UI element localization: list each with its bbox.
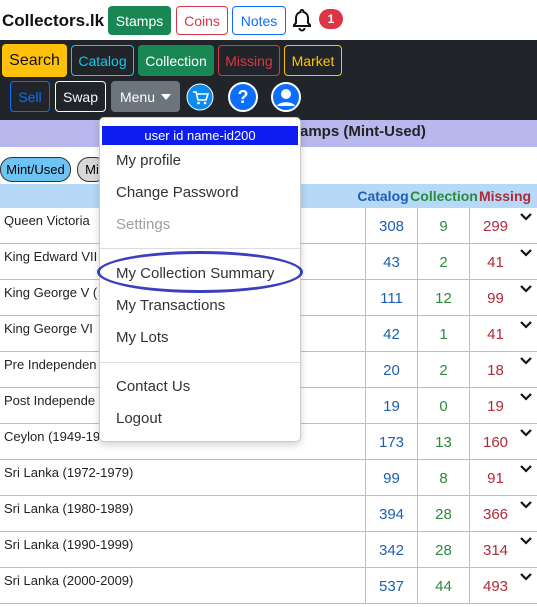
header-catalog[interactable]: Catalog: [356, 184, 410, 208]
tab-notes[interactable]: Notes: [232, 6, 286, 35]
chevron-down-icon[interactable]: [519, 464, 533, 474]
row-collection-count[interactable]: 2: [417, 244, 469, 280]
menu-divider: [100, 362, 300, 363]
search-button[interactable]: Search: [2, 44, 67, 77]
sell-button[interactable]: Sell: [10, 81, 50, 112]
row-collection-count[interactable]: 28: [417, 496, 469, 532]
row-catalog-count[interactable]: 43: [365, 244, 417, 280]
menu-button[interactable]: Menu: [111, 81, 180, 112]
row-name: Sri Lanka (1972-1979): [4, 465, 134, 480]
row-name: Queen Victoria: [4, 213, 90, 228]
chevron-down-icon[interactable]: [519, 500, 533, 510]
row-missing-count[interactable]: 99: [469, 280, 521, 316]
filter-mint-used[interactable]: Mint/Used: [0, 157, 71, 182]
row-name: King George V (: [4, 285, 98, 300]
notification-badge: 1: [319, 9, 343, 29]
row-collection-count[interactable]: 44: [417, 568, 469, 604]
row-catalog-count[interactable]: 99: [365, 460, 417, 496]
row-catalog-count[interactable]: 394: [365, 496, 417, 532]
page-title: amps (Mint-Used): [300, 123, 426, 140]
row-missing-count[interactable]: 493: [469, 568, 521, 604]
header-collection[interactable]: Collection: [409, 184, 479, 208]
row-collection-count[interactable]: 0: [417, 388, 469, 424]
highlight-ellipse: [97, 251, 303, 293]
missing-button[interactable]: Missing: [218, 45, 280, 76]
row-missing-count[interactable]: 91: [469, 460, 521, 496]
menu-label: Menu: [119, 88, 156, 105]
chevron-down-icon[interactable]: [519, 284, 533, 294]
row-name: Post Independe: [4, 393, 96, 408]
chevron-down-icon[interactable]: [519, 392, 533, 402]
row-collection-count[interactable]: 8: [417, 460, 469, 496]
chevron-down-icon[interactable]: [519, 428, 533, 438]
menu-item-logout[interactable]: Logout: [116, 410, 162, 427]
row-name: King Edward VII: [4, 249, 98, 264]
main-nav: Search Catalog Collection Missing Market…: [0, 40, 537, 120]
row-missing-count[interactable]: 160: [469, 424, 521, 460]
menu-item-transactions[interactable]: My Transactions: [116, 297, 225, 314]
row-catalog-count[interactable]: 173: [365, 424, 417, 460]
menu-item-contact[interactable]: Contact Us: [116, 378, 190, 395]
row-name: Sri Lanka (2000-2009): [4, 573, 134, 588]
row-missing-count[interactable]: 19: [469, 388, 521, 424]
row-missing-count[interactable]: 299: [469, 208, 521, 244]
row-collection-count[interactable]: 2: [417, 352, 469, 388]
dropdown-user-label: user id name-id200: [102, 126, 298, 145]
table-row[interactable]: Sri Lanka (2000-2009) 537 44 493: [0, 568, 537, 604]
top-bar: Collectors.lk Stamps Coins Notes 1: [0, 0, 537, 40]
cart-icon[interactable]: [186, 83, 214, 111]
row-catalog-count[interactable]: 111: [365, 280, 417, 316]
chevron-down-icon[interactable]: [519, 356, 533, 366]
table-row[interactable]: Sri Lanka (1980-1989) 394 28 366: [0, 496, 537, 532]
market-button[interactable]: Market: [284, 45, 342, 76]
row-missing-count[interactable]: 41: [469, 316, 521, 352]
catalog-button[interactable]: Catalog: [71, 45, 134, 76]
row-collection-count[interactable]: 12: [417, 280, 469, 316]
collection-button[interactable]: Collection: [138, 45, 214, 76]
menu-item-settings: Settings: [116, 216, 171, 233]
row-name: King George VI: [4, 321, 93, 336]
tab-stamps[interactable]: Stamps: [108, 6, 171, 35]
header-missing[interactable]: Missing: [479, 184, 531, 208]
user-avatar-icon[interactable]: [271, 82, 301, 112]
row-catalog-count[interactable]: 42: [365, 316, 417, 352]
caret-down-icon: [161, 93, 172, 100]
row-collection-count[interactable]: 9: [417, 208, 469, 244]
row-catalog-count[interactable]: 537: [365, 568, 417, 604]
menu-divider: [100, 248, 300, 249]
row-missing-count[interactable]: 314: [469, 532, 521, 568]
row-name: Sri Lanka (1980-1989): [4, 501, 134, 516]
help-icon[interactable]: ?: [228, 82, 258, 112]
chevron-down-icon[interactable]: [519, 212, 533, 222]
table-row[interactable]: Sri Lanka (1990-1999) 342 28 314: [0, 532, 537, 568]
row-catalog-count[interactable]: 19: [365, 388, 417, 424]
chevron-down-icon[interactable]: [519, 248, 533, 258]
row-name: Pre Independen: [4, 357, 97, 372]
row-catalog-count[interactable]: 342: [365, 532, 417, 568]
tab-coins[interactable]: Coins: [176, 6, 228, 35]
row-missing-count[interactable]: 18: [469, 352, 521, 388]
row-missing-count[interactable]: 366: [469, 496, 521, 532]
row-catalog-count[interactable]: 20: [365, 352, 417, 388]
bell-icon[interactable]: [290, 8, 314, 32]
menu-item-profile[interactable]: My profile: [116, 152, 181, 169]
chevron-down-icon[interactable]: [519, 536, 533, 546]
row-collection-count[interactable]: 28: [417, 532, 469, 568]
chevron-down-icon[interactable]: [519, 572, 533, 582]
row-collection-count[interactable]: 1: [417, 316, 469, 352]
menu-item-change-password[interactable]: Change Password: [116, 184, 239, 201]
swap-button[interactable]: Swap: [55, 81, 106, 112]
menu-item-lots[interactable]: My Lots: [116, 329, 169, 346]
row-missing-count[interactable]: 41: [469, 244, 521, 280]
row-name: Ceylon (1949-19: [4, 429, 101, 444]
row-name: Sri Lanka (1990-1999): [4, 537, 134, 552]
row-collection-count[interactable]: 13: [417, 424, 469, 460]
brand-logo[interactable]: Collectors.lk: [2, 11, 104, 31]
row-catalog-count[interactable]: 308: [365, 208, 417, 244]
table-row[interactable]: Sri Lanka (1972-1979) 99 8 91: [0, 460, 537, 496]
chevron-down-icon[interactable]: [519, 320, 533, 330]
svg-text:?: ?: [238, 87, 249, 107]
